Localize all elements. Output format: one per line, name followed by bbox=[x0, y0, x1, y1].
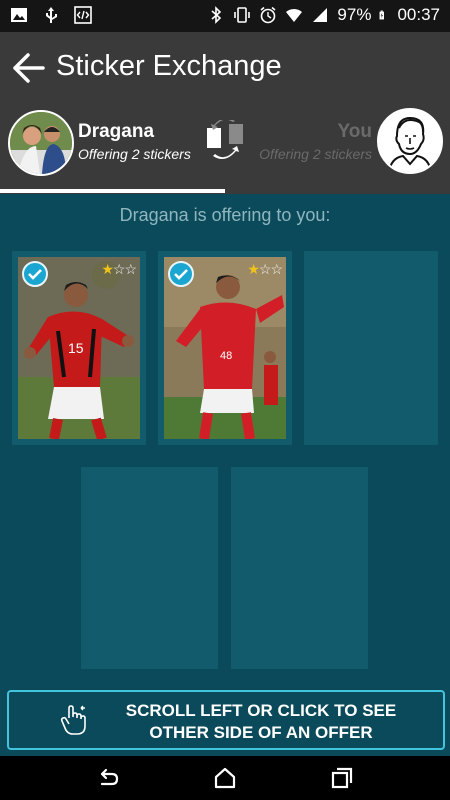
svg-text:15: 15 bbox=[68, 340, 84, 356]
status-bar: 97% 00:37 bbox=[0, 0, 450, 32]
wifi-icon bbox=[286, 8, 303, 22]
code-icon bbox=[74, 6, 92, 24]
usb-icon bbox=[46, 7, 57, 23]
signal-icon bbox=[313, 8, 328, 22]
selected-check-icon[interactable] bbox=[22, 261, 48, 287]
right-user-offer-count: Offering 2 stickers bbox=[259, 146, 372, 162]
left-user-offer-count: Offering 2 stickers bbox=[78, 146, 191, 162]
image-icon bbox=[11, 8, 27, 22]
app-bar: Sticker Exchange bbox=[0, 32, 450, 104]
banner-line-1: SCROLL LEFT OR CLICK TO SEE bbox=[125, 701, 397, 720]
avatar-you[interactable] bbox=[377, 108, 443, 174]
active-tab-indicator bbox=[0, 189, 225, 193]
star-empty-icon: ☆ bbox=[112, 261, 126, 277]
battery-charging-icon bbox=[380, 10, 385, 20]
sticker-slot[interactable]: 48 ★☆☆ bbox=[158, 251, 292, 445]
offer-heading: Dragana is offering to you: bbox=[119, 205, 331, 225]
avatar-photo bbox=[10, 112, 72, 174]
banner-line-2: OTHER SIDE OF AN OFFER bbox=[149, 723, 373, 742]
avatar-dragana[interactable] bbox=[8, 110, 74, 176]
banner-text: SCROLL LEFT OR CLICK TO SEE OTHER SIDE O… bbox=[101, 700, 421, 744]
star-empty-icon: ☆ bbox=[124, 261, 137, 277]
battery-percentage: 97% bbox=[337, 5, 372, 24]
page-title: Sticker Exchange bbox=[56, 50, 282, 82]
empty-sticker-slot[interactable] bbox=[304, 251, 438, 445]
star-filled-icon: ★ bbox=[101, 261, 114, 277]
star-filled-icon: ★ bbox=[247, 261, 260, 277]
left-user-name: Dragana bbox=[78, 121, 155, 142]
svg-text:48: 48 bbox=[220, 350, 232, 362]
star-empty-icon: ☆ bbox=[258, 261, 272, 277]
exchange-icon bbox=[207, 120, 243, 160]
rating-stars: ★☆☆ bbox=[101, 261, 137, 278]
system-nav-bar bbox=[0, 756, 450, 800]
sticker-slot[interactable]: 15 ★☆☆ bbox=[12, 251, 146, 445]
avatar-illustration bbox=[379, 110, 441, 172]
star-empty-icon: ☆ bbox=[270, 261, 283, 277]
recents-nav-icon[interactable] bbox=[330, 766, 354, 790]
back-arrow-icon[interactable] bbox=[10, 50, 46, 86]
rating-stars: ★☆☆ bbox=[247, 261, 283, 278]
sticker-card-2[interactable]: 48 ★☆☆ bbox=[164, 257, 286, 439]
sticker-card-1[interactable]: 15 ★☆☆ bbox=[18, 257, 140, 439]
home-nav-icon[interactable] bbox=[213, 766, 237, 790]
vibrate-icon bbox=[234, 7, 251, 23]
alarm-icon bbox=[260, 6, 276, 24]
empty-sticker-slot[interactable] bbox=[231, 467, 368, 669]
exchange-users-header: Dragana Offering 2 stickers You Offering… bbox=[0, 104, 450, 194]
scroll-hint-banner[interactable]: SCROLL LEFT OR CLICK TO SEE OTHER SIDE O… bbox=[7, 690, 445, 750]
selected-check-icon[interactable] bbox=[168, 261, 194, 287]
clock: 00:37 bbox=[397, 5, 440, 24]
back-nav-icon[interactable] bbox=[96, 766, 120, 790]
right-user-name: You bbox=[337, 121, 372, 142]
bluetooth-icon bbox=[211, 6, 222, 24]
swipe-hand-icon bbox=[60, 705, 86, 735]
empty-sticker-slot[interactable] bbox=[81, 467, 218, 669]
offer-panel: Dragana is offering to you: 15 ★☆☆ 48 ★☆… bbox=[0, 194, 450, 756]
